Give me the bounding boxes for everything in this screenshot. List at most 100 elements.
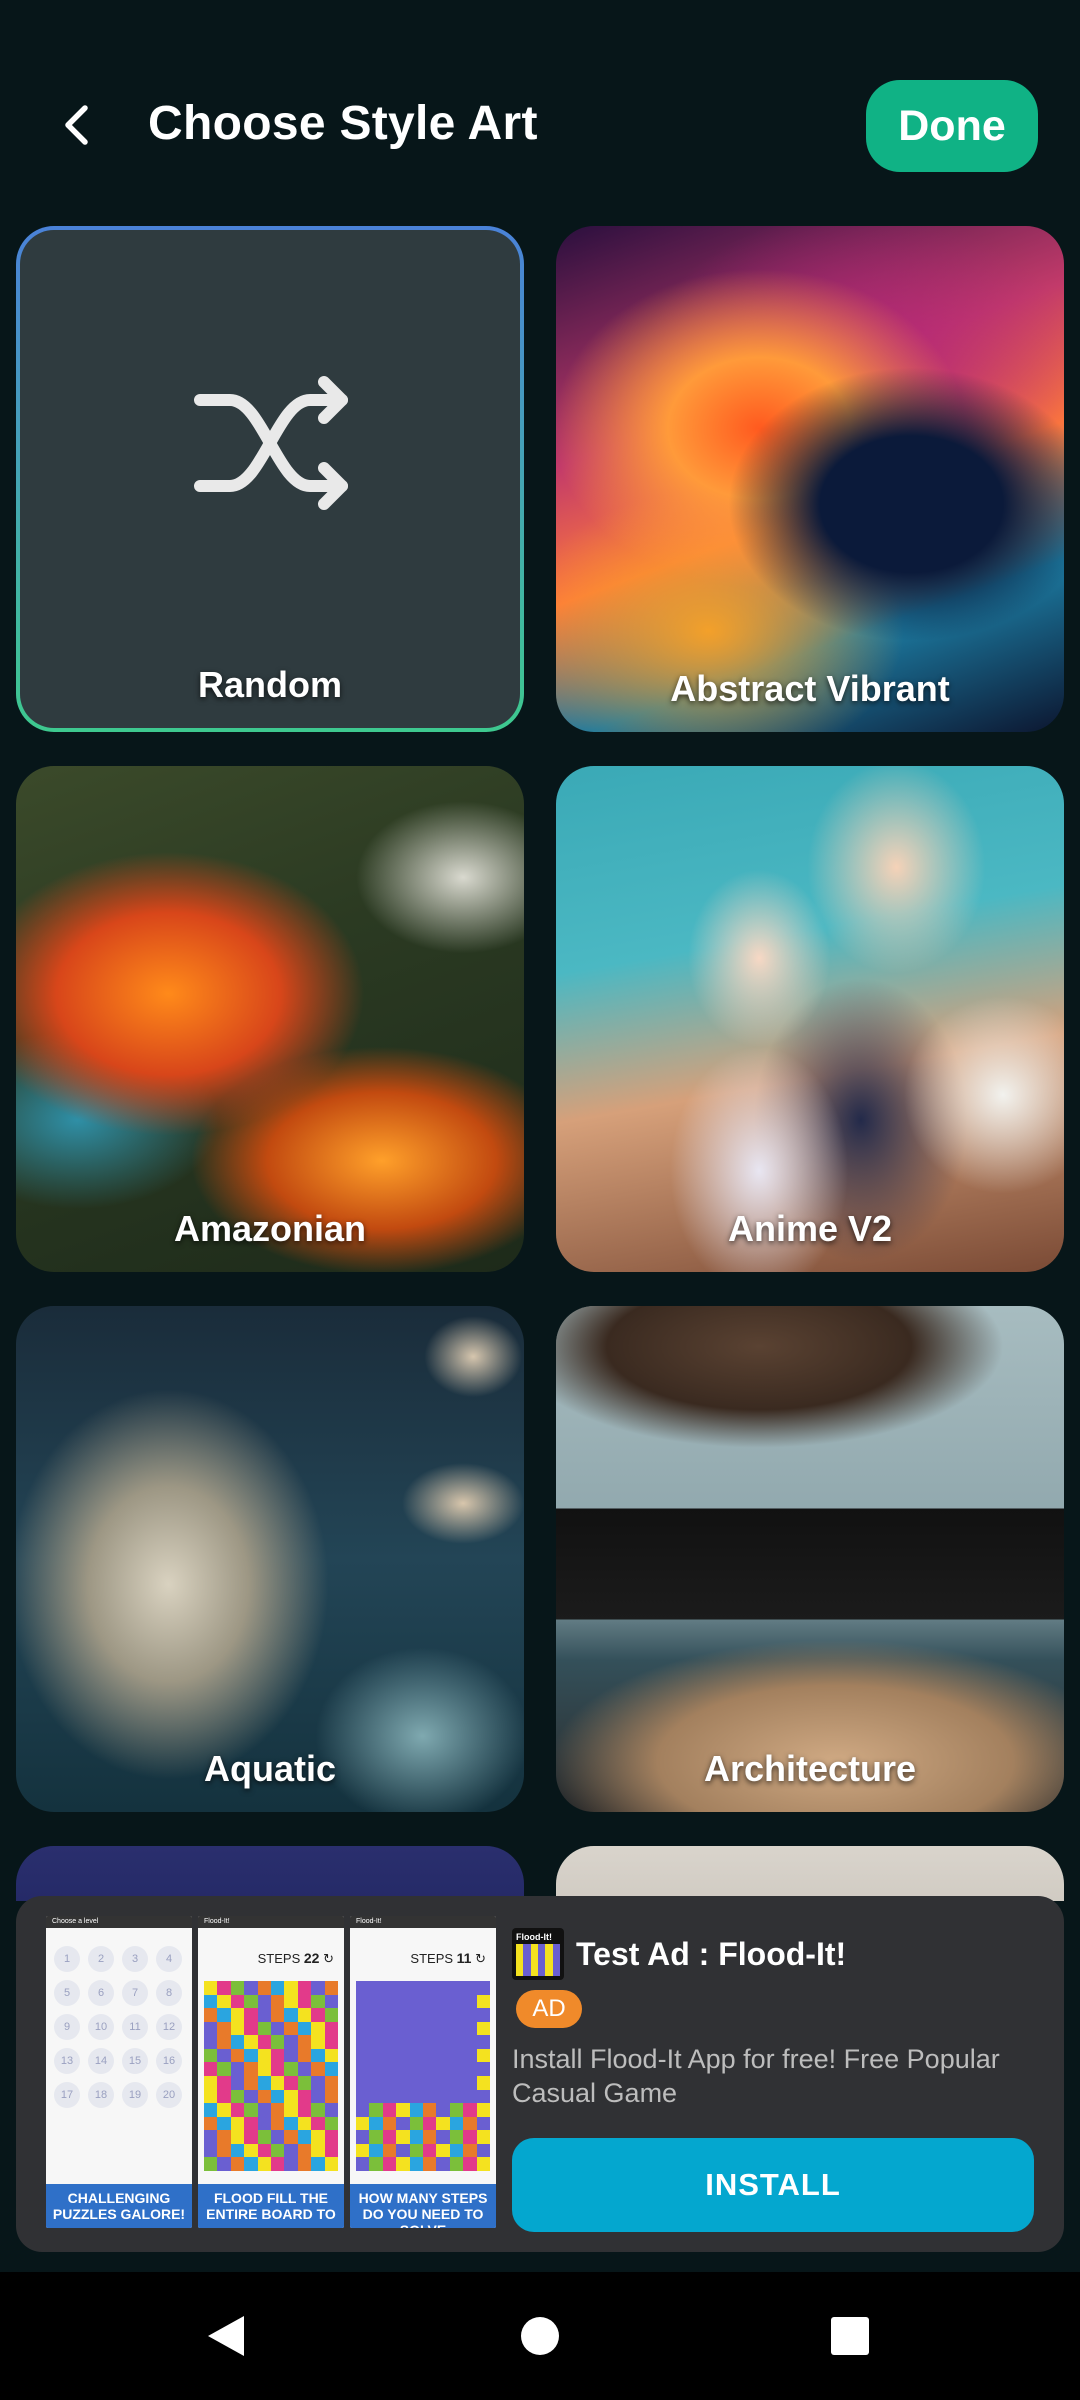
board-cell <box>257 2075 271 2090</box>
board-cell <box>284 2130 298 2144</box>
board-cell <box>369 1994 383 2009</box>
board-cell <box>538 1944 546 1952</box>
style-thumbnail <box>16 766 524 1272</box>
board-cell <box>436 2089 450 2104</box>
board-cell <box>463 2075 477 2090</box>
board-cell <box>422 2130 437 2144</box>
steps-value: 22 <box>303 1950 320 1966</box>
nav-recents-button[interactable] <box>816 2302 884 2370</box>
install-button[interactable]: INSTALL <box>512 2138 1034 2232</box>
style-card-partial[interactable] <box>16 1846 524 1901</box>
board-cell <box>396 2089 410 2104</box>
board-cell <box>311 2048 325 2063</box>
style-card-abstract-vibrant[interactable]: Abstract Vibrant <box>556 226 1064 732</box>
board-cell <box>204 2157 218 2171</box>
board-cell <box>270 2157 285 2171</box>
board-cell <box>324 2089 338 2104</box>
board-cell <box>311 2008 325 2022</box>
board-cell <box>463 2143 477 2158</box>
board-cell <box>409 2062 423 2076</box>
board-cell <box>449 1981 464 1995</box>
ad-banner[interactable]: Choose a level 1 2 3 4 5 6 7 8 9 10 11 12 13 14 15 16 17… <box>16 1896 1064 2252</box>
done-button[interactable]: Done <box>866 80 1038 172</box>
board-cell <box>545 1952 553 1960</box>
board-cell <box>297 2157 312 2171</box>
style-card-anime-v2[interactable]: Anime V2 <box>556 766 1064 1272</box>
board-cell <box>409 2008 423 2022</box>
board-cell <box>311 2116 325 2131</box>
board-cell <box>324 2075 338 2090</box>
steps-counter: STEPS 11 ↻ <box>350 1928 496 1967</box>
level-number: 13 <box>54 2048 80 2074</box>
level-number: 15 <box>122 2048 148 2074</box>
board-cell <box>369 2021 383 2036</box>
board-cell <box>409 2048 423 2063</box>
board-cell <box>356 2157 370 2171</box>
board-cell <box>356 2130 370 2144</box>
board-cell <box>356 2021 370 2036</box>
board-cell <box>476 2062 490 2076</box>
board-cell <box>422 2048 437 2063</box>
style-label: Aquatic <box>203 1748 336 1789</box>
board-cell <box>311 1981 325 1995</box>
board-cell <box>284 2048 298 2063</box>
style-label: Amazonian <box>173 1208 367 1249</box>
board-cell <box>257 2130 271 2144</box>
refresh-icon: ↻ <box>323 1951 334 1966</box>
board-cell <box>204 2130 218 2144</box>
board-cell <box>369 2089 383 2104</box>
board-cell <box>422 2008 437 2022</box>
board-cell <box>284 2008 298 2022</box>
board-cell <box>382 2143 397 2158</box>
board-cell <box>382 2048 397 2063</box>
style-card-partial[interactable] <box>556 1846 1064 1901</box>
ad-title: Test Ad : Flood-It! <box>576 1936 847 1972</box>
board-cell <box>356 2089 370 2104</box>
board-cell <box>311 2103 325 2117</box>
steps-counter: STEPS 22 ↻ <box>198 1928 344 1967</box>
board-cell <box>257 2048 271 2063</box>
board-cell <box>230 2116 245 2131</box>
board-cell <box>230 2048 245 2063</box>
style-card-aquatic[interactable]: Aquatic <box>16 1306 524 1812</box>
board-cell <box>311 2089 325 2104</box>
board-cell <box>270 2089 285 2104</box>
board-cell <box>369 1981 383 1995</box>
board-cell <box>270 2075 285 2090</box>
board-cell <box>530 1952 538 1960</box>
board-cell <box>523 1960 531 1968</box>
board-cell <box>257 1981 271 1995</box>
board-cell <box>396 2008 410 2022</box>
board-cell <box>545 1968 553 1976</box>
board-cell <box>217 2130 231 2144</box>
style-thumbnail <box>556 1306 1064 1812</box>
board-cell <box>516 1944 524 1952</box>
ad-screenshot: Flood-It! STEPS 22 ↻ FLOOD FILL THE ENTI… <box>198 1916 344 2228</box>
board-cell <box>409 2103 423 2117</box>
board-cell <box>324 2048 338 2063</box>
level-number: 6 <box>88 1980 114 2006</box>
board-cell <box>217 2103 231 2117</box>
board-cell <box>436 1994 450 2009</box>
board-cell <box>422 2103 437 2117</box>
board-cell <box>396 2021 410 2036</box>
board-cell <box>476 2048 490 2063</box>
screenshot-topbar: Choose a level <box>46 1916 192 1928</box>
board-cell <box>436 2116 450 2131</box>
style-card-random[interactable]: Random <box>16 226 524 732</box>
board-cell <box>409 2116 423 2131</box>
board-cell <box>369 2143 383 2158</box>
ad-screenshots: Choose a level 1 2 3 4 5 6 7 8 9 10 11 12 13 14 15 16 17… <box>46 1916 508 2228</box>
board-cell <box>449 2143 464 2158</box>
nav-home-button[interactable] <box>506 2302 574 2370</box>
board-cell <box>204 2048 218 2063</box>
app-icon-text: Flood-It! <box>516 1932 552 1942</box>
level-number: 14 <box>88 2048 114 2074</box>
style-card-amazonian[interactable]: Amazonian <box>16 766 524 1272</box>
board-cell <box>297 2021 312 2036</box>
board-cell <box>422 2157 437 2171</box>
nav-back-button[interactable] <box>192 2302 260 2370</box>
style-card-architecture[interactable]: Architecture <box>556 1306 1064 1812</box>
board-cell <box>476 2035 490 2049</box>
back-button[interactable] <box>44 86 108 164</box>
